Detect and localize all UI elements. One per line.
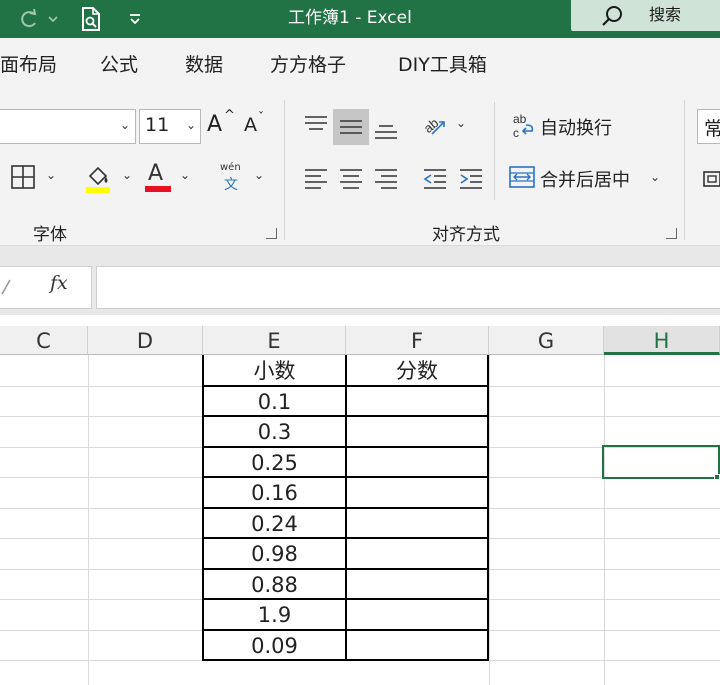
print-preview-icon[interactable]: [76, 0, 106, 38]
tab-data[interactable]: 数据: [185, 50, 223, 77]
gridline: [489, 355, 490, 685]
decrease-indent-icon[interactable]: [422, 167, 448, 191]
enter-check-icon[interactable]: [0, 278, 16, 298]
merge-center-label: 合并后居中: [540, 170, 630, 191]
currency-format-icon[interactable]: [702, 168, 720, 192]
font-dialog-launcher-icon[interactable]: [266, 228, 277, 239]
cell-f9[interactable]: [347, 600, 487, 629]
search-label: 搜索: [649, 5, 682, 24]
cell-e8[interactable]: 0.88: [204, 570, 345, 598]
ribbon-gap: [0, 245, 720, 265]
number-format-value: 常: [704, 118, 720, 140]
cell-f10[interactable]: [347, 631, 487, 659]
fill-handle[interactable]: [714, 474, 720, 480]
cell-f3[interactable]: [347, 417, 487, 446]
cell-e2[interactable]: 0.1: [204, 387, 345, 415]
fill-color-button[interactable]: ⌄: [84, 162, 134, 194]
orientation-icon: ab: [421, 115, 445, 136]
dropdown-icon[interactable]: [44, 0, 62, 38]
tab-diy-toolbox[interactable]: DIY工具箱: [398, 50, 487, 77]
cell-e1[interactable]: 小数: [204, 356, 345, 385]
number-format-combo[interactable]: 常: [697, 109, 720, 144]
font-color-button[interactable]: A ⌄: [144, 161, 194, 194]
decrease-font-icon[interactable]: A ˇ: [244, 110, 272, 142]
align-top-icon[interactable]: [303, 114, 329, 138]
column-header-h[interactable]: H: [604, 326, 720, 355]
chevron-down-icon: ⌄: [120, 118, 131, 132]
align-left-icon[interactable]: [303, 167, 329, 191]
cell-e5[interactable]: 0.16: [204, 478, 345, 507]
align-center-icon[interactable]: [338, 167, 364, 191]
phonetic-button[interactable]: wén 文 ⌄: [218, 162, 266, 194]
font-size-combo[interactable]: 11 ⌄: [139, 109, 201, 144]
wrap-text-label: 自动换行: [540, 118, 612, 139]
cell-e6[interactable]: 0.24: [204, 509, 345, 537]
cell-f8[interactable]: [347, 570, 487, 598]
formula-buttons: [0, 266, 92, 309]
alignment-group-label: 对齐方式: [432, 225, 500, 245]
table-border: [202, 659, 489, 661]
alignment-dialog-launcher-icon[interactable]: [666, 228, 677, 239]
gridline: [88, 355, 89, 685]
chevron-down-icon: ⌄: [186, 118, 197, 132]
ribbon-tabs: 面布局 公式 数据 方方格子 DIY工具箱: [0, 38, 720, 92]
align-middle-icon: [338, 116, 364, 140]
font-group-label: 字体: [33, 225, 67, 245]
group-separator: [494, 102, 495, 200]
ribbon: ⌄ 11 ⌄ A ^ A ˇ ⌄ ⌄ A ⌄ wén 文 ⌄ 字体 ab ⌄ a…: [0, 92, 720, 245]
phonetic-icon: wén: [220, 162, 241, 173]
border-icon: [11, 165, 35, 189]
cell-f5[interactable]: [347, 478, 487, 507]
column-header-f[interactable]: F: [346, 326, 489, 355]
cell-e7[interactable]: 0.98: [204, 539, 345, 568]
search-icon: [602, 6, 622, 26]
title-bar: 工作簿1 - Excel 搜索: [0, 0, 720, 38]
cell-e3[interactable]: 0.3: [204, 417, 345, 446]
svg-text:ab: ab: [422, 115, 441, 136]
align-right-icon[interactable]: [373, 167, 399, 191]
gridline: [604, 355, 605, 685]
merge-center-icon: [509, 166, 535, 188]
tab-ffgezi[interactable]: 方方格子: [270, 50, 346, 77]
cell-e10[interactable]: 0.09: [204, 631, 345, 659]
wrap-text-icon: abc: [513, 112, 534, 140]
worksheet-grid[interactable]: C D E F G H 小数 分数 0.1 0.3 0.25 0.16 0.24…: [0, 315, 720, 685]
tab-formulas[interactable]: 公式: [100, 50, 138, 77]
wrap-text-button[interactable]: ab c 自动换行: [510, 112, 620, 142]
cell-f2[interactable]: [347, 387, 487, 415]
cell-e4[interactable]: 0.25: [204, 448, 345, 476]
cell-f7[interactable]: [347, 539, 487, 568]
align-bottom-icon[interactable]: [373, 116, 399, 142]
search-box[interactable]: 搜索: [571, 0, 720, 31]
redo-icon[interactable]: [14, 0, 44, 38]
column-header-g[interactable]: G: [489, 326, 604, 355]
fill-color-icon: [86, 166, 110, 193]
svg-text:ab: ab: [513, 112, 527, 126]
orientation-button[interactable]: ab ⌄: [421, 112, 470, 142]
formula-input[interactable]: [96, 266, 720, 309]
insert-function-icon[interactable]: fx: [50, 272, 68, 294]
svg-text:c: c: [513, 126, 519, 140]
divider: [0, 245, 720, 246]
cell-f1[interactable]: 分数: [347, 356, 487, 385]
cell-f4[interactable]: [347, 448, 487, 476]
border-button[interactable]: ⌄: [10, 164, 58, 194]
font-name-combo[interactable]: ⌄: [0, 109, 136, 144]
group-separator: [284, 100, 285, 240]
cell-e9[interactable]: 1.9: [204, 600, 345, 629]
cell-f6[interactable]: [347, 509, 487, 537]
window-title: 工作簿1 - Excel: [288, 8, 412, 28]
increase-font-icon[interactable]: A ^: [207, 108, 235, 142]
group-separator: [684, 100, 685, 240]
column-header-c[interactable]: C: [0, 326, 88, 355]
column-header-e[interactable]: E: [203, 326, 346, 355]
tab-page-layout[interactable]: 面布局: [0, 50, 57, 77]
active-cell-h4[interactable]: [602, 445, 720, 479]
column-header-d[interactable]: D: [88, 326, 203, 355]
increase-indent-icon[interactable]: [458, 167, 484, 191]
merge-center-button[interactable]: 合并后居中 ⌄: [508, 164, 668, 194]
font-color-icon: A: [148, 161, 164, 186]
font-size-value: 11: [145, 114, 170, 136]
customize-qat-icon[interactable]: [124, 0, 146, 38]
